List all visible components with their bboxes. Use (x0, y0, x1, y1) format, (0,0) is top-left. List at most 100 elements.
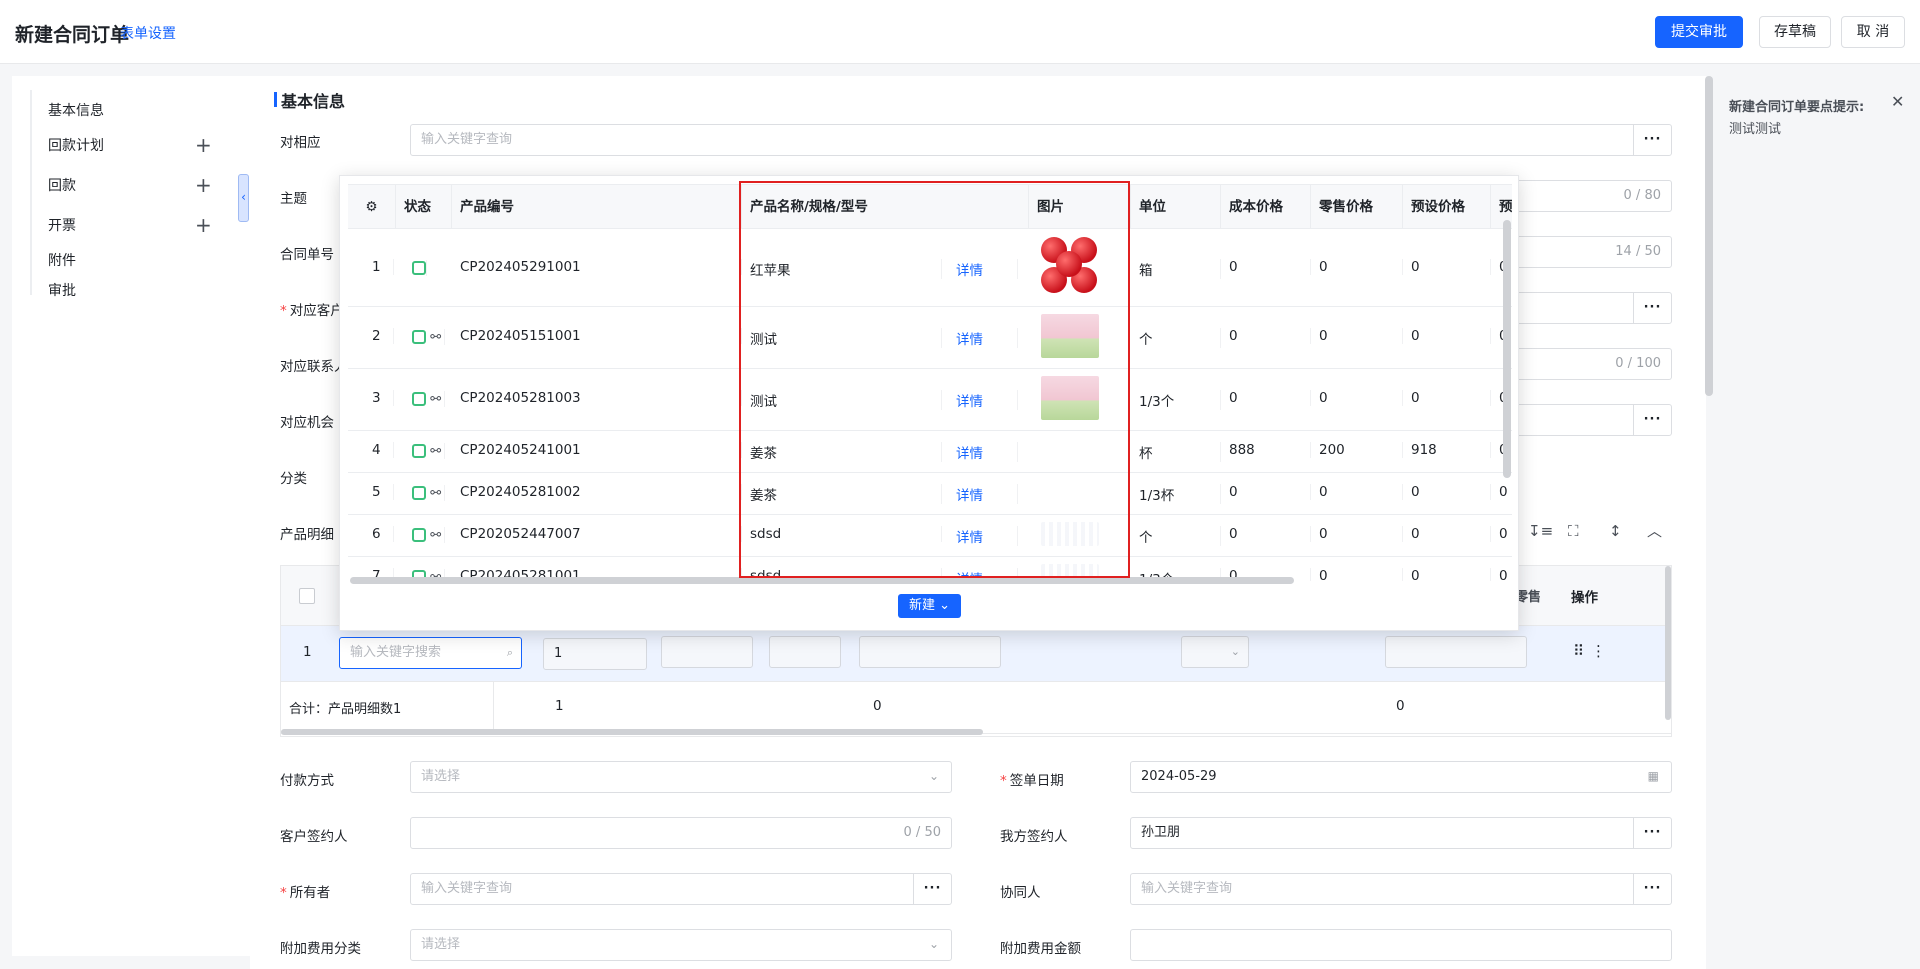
product-extra: 0 (1491, 526, 1512, 542)
popup-hscrollbar[interactable] (350, 577, 1294, 584)
extra-fee-amount-field[interactable] (1130, 929, 1672, 961)
status-icons: ⚯ (404, 527, 446, 543)
calendar-icon[interactable]: ▦ (1648, 761, 1659, 791)
unit-input[interactable] (661, 636, 753, 668)
pay-method-select[interactable]: 请选择 ⌄ (410, 761, 952, 793)
amount-input[interactable] (859, 636, 1001, 668)
popup-vscrollbar[interactable] (1503, 220, 1511, 478)
product-code: CP202405281002 (452, 484, 742, 500)
fullscreen-icon[interactable]: ⛶ (1568, 522, 1579, 540)
sign-date-field[interactable]: 2024-05-29 ▦ (1130, 761, 1672, 793)
select-all-checkbox[interactable] (299, 588, 315, 604)
collaborator-placeholder: 输入关键字查询 (1141, 881, 1233, 896)
save-draft-button[interactable]: 存草稿 (1759, 16, 1831, 48)
collapse-up-icon[interactable]: ︿ (1647, 520, 1662, 541)
cancel-button[interactable]: 取 消 (1841, 16, 1905, 48)
product-code: CP202405241001 (452, 442, 742, 458)
product-preset: 0 (1403, 390, 1491, 406)
close-icon[interactable]: ✕ (1891, 92, 1904, 111)
more-icon[interactable]: ··· (1633, 818, 1671, 848)
new-product-button[interactable]: 新建 ⌄ (898, 594, 961, 618)
form-settings-link[interactable]: 表单设置 (120, 23, 176, 43)
field-label-extra-fee-amount: 附加费用金额 (1000, 941, 1081, 957)
sidebar-item-payment[interactable]: 回款 (48, 175, 76, 195)
unit-select[interactable]: ⌄ (1181, 636, 1249, 668)
product-cost: 0 (1221, 258, 1311, 275)
table-hscrollbar[interactable] (281, 729, 983, 735)
share-link-icon: ⚯ (430, 528, 442, 543)
field-label-pay-method: 付款方式 (280, 773, 334, 789)
more-icon[interactable]: ··· (1633, 125, 1671, 155)
remark-input[interactable] (1385, 636, 1527, 668)
product-extra: 0 (1491, 484, 1512, 500)
table-row: 1 输入关键字搜索 ⌕ 1 ⌄ ⠿ ⋮ (281, 626, 1671, 682)
owner-label-text: 所有者 (289, 885, 331, 901)
dui-xiang-ying-field[interactable]: 输入关键字查询 ··· (410, 124, 1672, 156)
field-label-zhu-ti: 主题 (280, 191, 307, 207)
more-icon[interactable]: ··· (1633, 874, 1671, 904)
add-invoice-icon[interactable]: + (195, 215, 212, 235)
more-icon[interactable]: ··· (1633, 293, 1671, 323)
sidebar-item-attachment[interactable]: 附件 (48, 250, 76, 270)
line-height-icon[interactable]: ↧≡ (1528, 522, 1553, 540)
product-code: CP202405281003 (452, 390, 742, 406)
product-unit: 1/3个 (1131, 390, 1221, 410)
our-signer-field[interactable]: 孙卫朋 ··· (1130, 817, 1672, 849)
sidebar-item-approval[interactable]: 审批 (48, 280, 76, 300)
more-icon[interactable]: ··· (1633, 405, 1671, 435)
table-vscrollbar[interactable] (1665, 566, 1671, 720)
status-icons: ⚯ (404, 485, 446, 501)
chevron-down-icon: ⌄ (1230, 645, 1240, 658)
field-label-category: 分类 (280, 471, 307, 487)
column-settings-icon[interactable]: ⚙ (348, 185, 396, 229)
collapse-sidebar-icon[interactable]: ‹ (238, 174, 249, 222)
extra-fee-type-placeholder: 请选择 (421, 937, 461, 952)
product-status-icon (412, 260, 426, 275)
status-icons (404, 259, 427, 276)
product-search-input[interactable]: 输入关键字搜索 ⌕ (339, 637, 522, 669)
field-label-customer-signer: 客户签约人 (280, 829, 348, 845)
customer-signer-field[interactable]: 0 / 50 (410, 817, 952, 849)
collaborator-field[interactable]: 输入关键字查询 ··· (1130, 873, 1672, 905)
more-icon[interactable]: ··· (913, 874, 951, 904)
drag-handle-icon[interactable]: ⠿ (1573, 642, 1584, 660)
add-payment-plan-icon[interactable]: + (195, 135, 212, 155)
status-icons: ⚯ (404, 329, 446, 345)
search-icon: ⌕ (506, 646, 513, 659)
product-preset: 0 (1403, 568, 1491, 581)
product-status-icon (412, 392, 426, 406)
sidebar-item-payment-plan[interactable]: 回款计划 (48, 135, 104, 155)
product-cost: 0 (1221, 484, 1311, 500)
col-header-cost: 成本价格 (1221, 185, 1311, 229)
page-scrollbar[interactable] (1705, 76, 1713, 396)
sidebar-item-basic-info[interactable]: 基本信息 (48, 100, 104, 120)
product-unit: 1/3杯 (1131, 484, 1221, 504)
product-status-icon (412, 528, 426, 542)
status-icons: ⚯ (404, 443, 446, 459)
sign-date-label-text: 签单日期 (1009, 773, 1064, 789)
product-unit: 个 (1131, 328, 1221, 348)
tips-title: 新建合同订单要点提示: (1729, 100, 1865, 115)
row-more-icon[interactable]: ⋮ (1591, 642, 1606, 660)
quantity-input[interactable]: 1 (543, 638, 647, 670)
product-extra: 0 (1491, 568, 1512, 581)
extra-fee-type-select[interactable]: 请选择 ⌄ (410, 929, 952, 961)
product-unit: 个 (1131, 526, 1221, 546)
expand-rows-icon[interactable]: ↕ (1609, 522, 1622, 540)
field-label-owner: * 所有者 (280, 885, 331, 901)
price-input[interactable] (769, 636, 841, 668)
highlight-box (739, 181, 1130, 578)
summary-qty: 1 (555, 698, 564, 714)
submit-approval-button[interactable]: 提交审批 (1655, 16, 1743, 48)
product-status-icon (412, 444, 426, 458)
product-retail: 0 (1311, 328, 1403, 344)
add-payment-icon[interactable]: + (195, 175, 212, 195)
owner-field[interactable]: 输入关键字查询 ··· (410, 873, 952, 905)
product-preset: 0 (1403, 258, 1491, 275)
summary-value-b: 0 (1396, 698, 1405, 714)
sidebar-item-invoice[interactable]: 开票 (48, 215, 76, 235)
col-header-code: 产品编号 (452, 185, 742, 229)
row-index: 3 (364, 390, 394, 406)
col-header-unit: 单位 (1131, 185, 1221, 229)
table-summary-row: 合计：产品明细数1 1 0 0 (281, 682, 1671, 734)
